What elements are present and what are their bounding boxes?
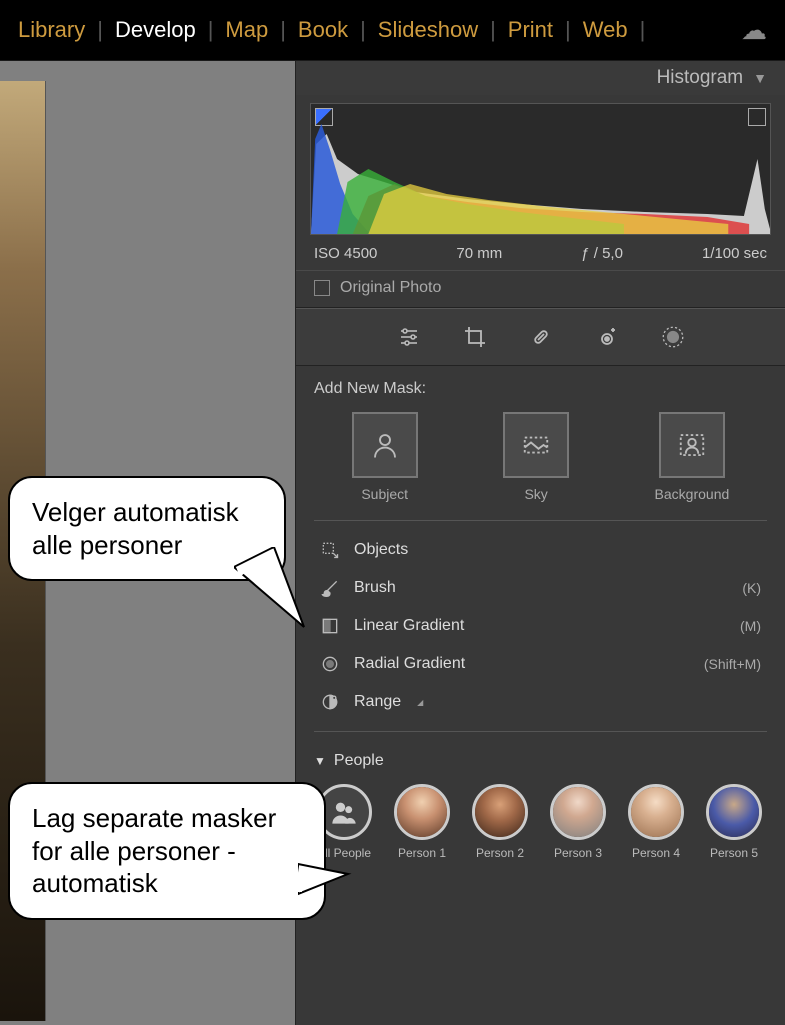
radial-gradient-shortcut: (Shift+M) xyxy=(704,656,761,672)
module-nav: Library | Develop | Map | Book | Slidesh… xyxy=(0,0,785,61)
person-3-thumb[interactable]: Person 3 xyxy=(550,784,606,860)
person-2-label: Person 2 xyxy=(476,846,524,860)
person-1-thumb[interactable]: Person 1 xyxy=(394,784,450,860)
histogram-title: Histogram xyxy=(657,67,744,89)
original-photo-toggle[interactable]: Original Photo xyxy=(296,270,785,308)
radial-gradient-icon xyxy=(320,654,340,674)
disclosure-icon: ▼ xyxy=(753,70,767,86)
person-2-thumb[interactable]: Person 2 xyxy=(472,784,528,860)
nav-map[interactable]: Map xyxy=(225,17,268,43)
person-1-label: Person 1 xyxy=(398,846,446,860)
person-4-label: Person 4 xyxy=(632,846,680,860)
callout-2-text: Lag separate masker for alle personer - … xyxy=(32,803,276,898)
callout-1-text: Velger automatisk alle personer xyxy=(32,497,239,560)
histogram-header[interactable]: Histogram ▼ xyxy=(296,61,785,95)
person-5-thumb[interactable]: Person 5 xyxy=(706,784,762,860)
nav-library[interactable]: Library xyxy=(18,17,85,43)
heal-tool-icon[interactable] xyxy=(527,323,555,351)
add-mask-section: Add New Mask: Subject Sky Background xyxy=(296,366,785,510)
mask-background-button[interactable]: Background xyxy=(655,412,730,502)
shutter-label: 1/100 sec xyxy=(702,245,767,262)
person-3-label: Person 3 xyxy=(554,846,602,860)
person-5-label: Person 5 xyxy=(710,846,758,860)
mask-subject-label: Subject xyxy=(361,486,408,502)
objects-label: Objects xyxy=(354,541,408,559)
objects-tool[interactable]: Objects xyxy=(296,531,785,569)
nav-book[interactable]: Book xyxy=(298,17,348,43)
exposure-metadata: ISO 4500 70 mm ƒ / 5,0 1/100 sec xyxy=(296,241,785,270)
linear-gradient-tool[interactable]: Linear Gradient (M) xyxy=(296,607,785,645)
nav-slideshow[interactable]: Slideshow xyxy=(378,17,478,43)
edit-tool-icon[interactable] xyxy=(395,323,423,351)
radial-gradient-label: Radial Gradient xyxy=(354,655,465,673)
people-label: People xyxy=(334,752,384,770)
right-panel: Histogram ▼ ISO 4500 70 mm ƒ / 5,0 1/100… xyxy=(295,61,785,1025)
people-section-header[interactable]: ▼ People xyxy=(296,742,785,776)
add-mask-label: Add New Mask: xyxy=(314,380,767,398)
divider xyxy=(314,520,767,521)
nav-develop[interactable]: Develop xyxy=(115,17,196,43)
nav-print[interactable]: Print xyxy=(508,17,553,43)
brush-label: Brush xyxy=(354,579,396,597)
people-grid: All People Person 1 Person 2 Person 3 Pe… xyxy=(296,776,785,880)
brush-shortcut: (K) xyxy=(742,580,761,596)
disclosure-down-icon: ▼ xyxy=(314,754,326,768)
redeye-tool-icon[interactable] xyxy=(593,323,621,351)
range-tool[interactable]: Range ◢ xyxy=(296,683,785,721)
submenu-icon: ◢ xyxy=(417,698,423,707)
focal-label: 70 mm xyxy=(456,245,502,262)
checkbox-icon[interactable] xyxy=(314,280,330,296)
nav-web[interactable]: Web xyxy=(583,17,628,43)
aperture-label: ƒ / 5,0 xyxy=(581,245,623,262)
linear-gradient-shortcut: (M) xyxy=(740,618,761,634)
original-photo-label: Original Photo xyxy=(340,279,441,297)
person-4-thumb[interactable]: Person 4 xyxy=(628,784,684,860)
mask-background-label: Background xyxy=(655,486,730,502)
annotation-callout-1: Velger automatisk alle personer xyxy=(8,476,286,581)
annotation-callout-2: Lag separate masker for alle personer - … xyxy=(8,782,326,920)
crop-tool-icon[interactable] xyxy=(461,323,489,351)
nav-sep: | xyxy=(97,17,103,43)
masking-tool-icon[interactable] xyxy=(659,323,687,351)
mask-sky-button[interactable]: Sky xyxy=(503,412,569,502)
divider xyxy=(314,731,767,732)
range-label: Range xyxy=(354,693,401,711)
linear-gradient-label: Linear Gradient xyxy=(354,617,464,635)
mask-subject-button[interactable]: Subject xyxy=(352,412,418,502)
range-icon xyxy=(320,692,340,712)
tool-strip xyxy=(296,308,785,366)
histogram-display[interactable] xyxy=(310,103,771,235)
radial-gradient-tool[interactable]: Radial Gradient (Shift+M) xyxy=(296,645,785,683)
brush-tool[interactable]: Brush (K) xyxy=(296,569,785,607)
mask-sky-label: Sky xyxy=(524,486,547,502)
cloud-sync-icon[interactable]: ☁ xyxy=(741,15,767,46)
iso-label: ISO 4500 xyxy=(314,245,377,262)
